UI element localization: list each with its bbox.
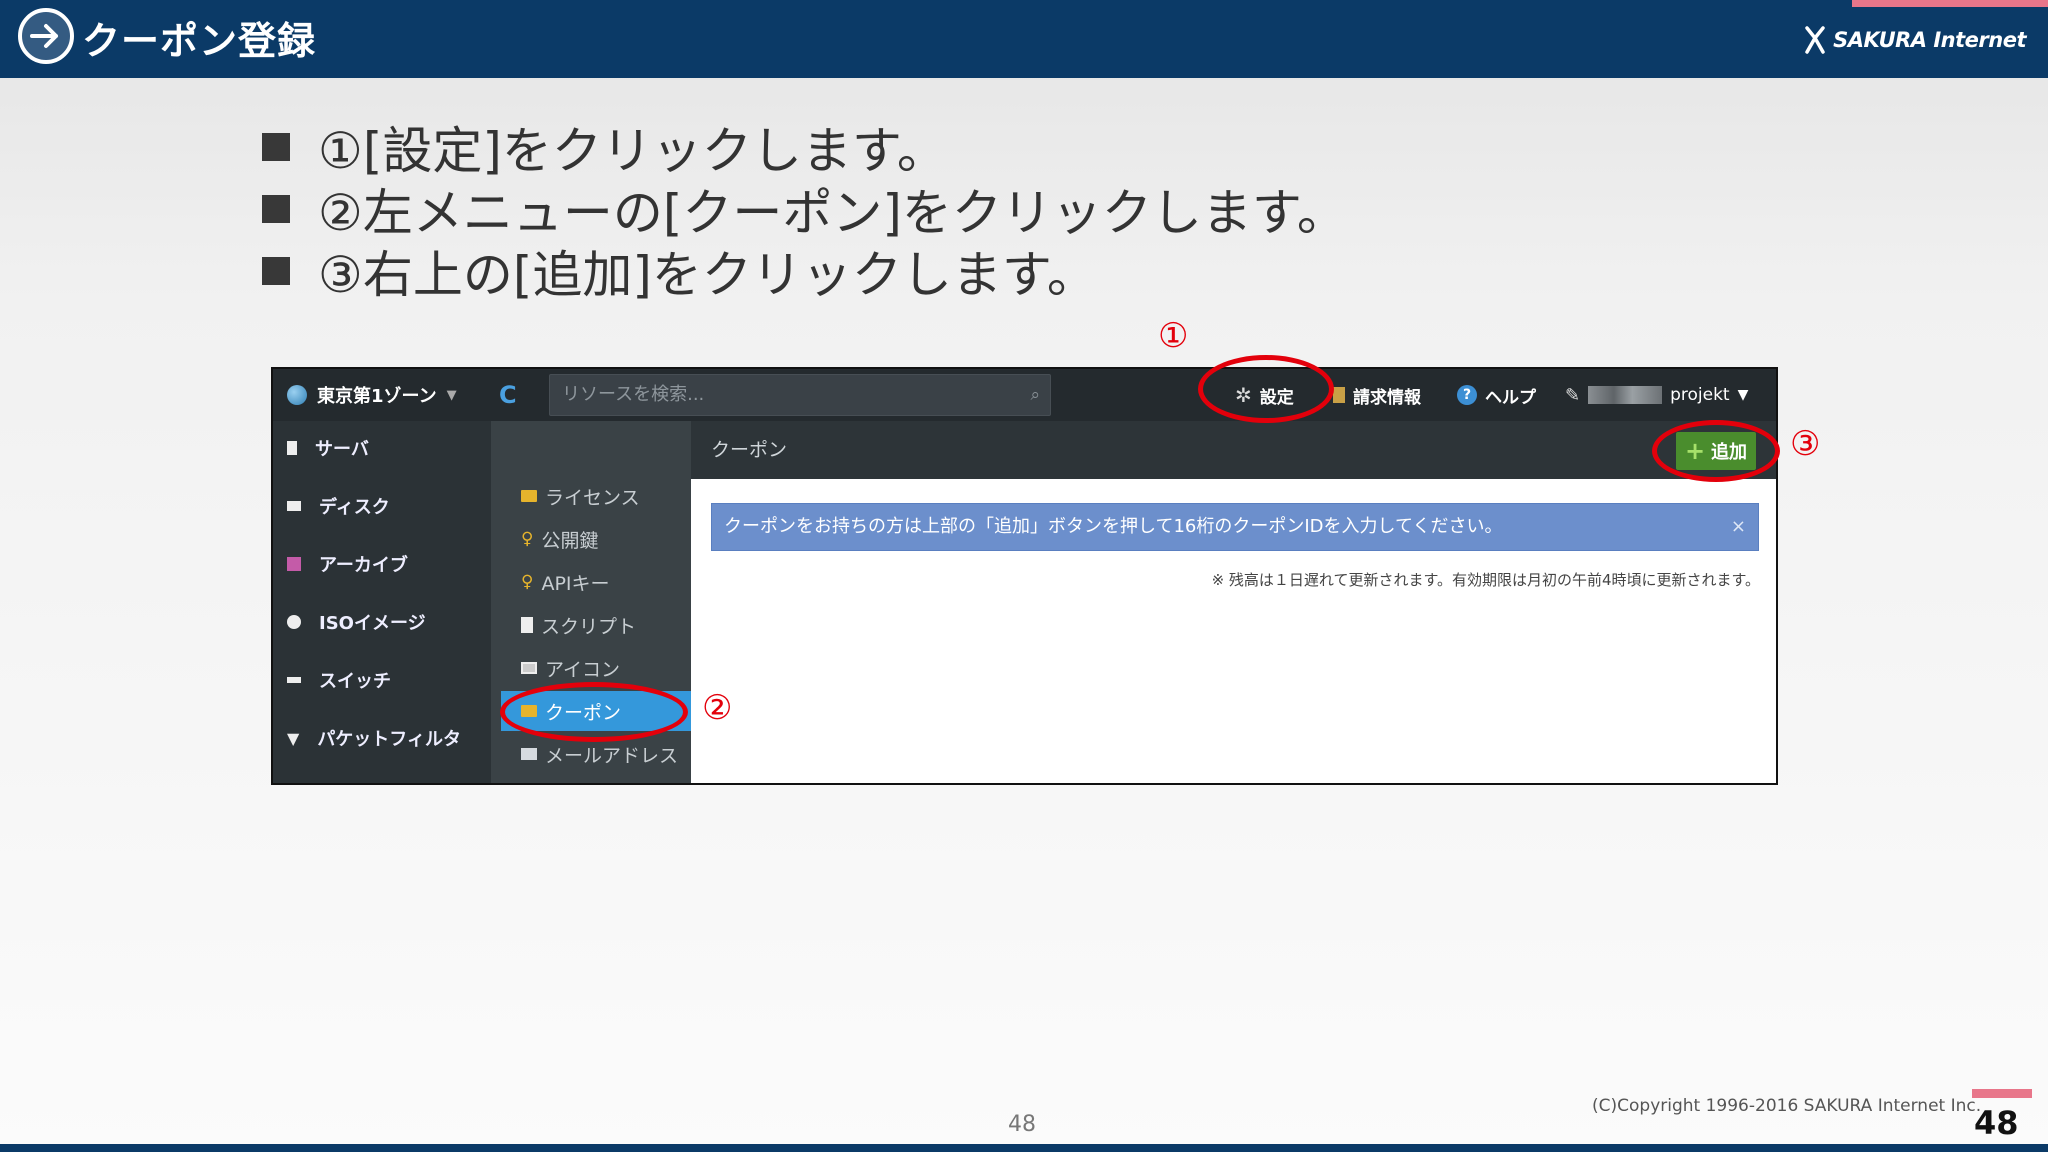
billing-label: 請求情報 [1353, 387, 1421, 408]
submenu-email[interactable]: メールアドレス [521, 739, 678, 769]
instruction-text: ③右上の[追加]をクリックします。 [318, 246, 1097, 304]
page-number-right: 48 [1974, 1104, 2019, 1142]
bullet-square-icon [262, 257, 290, 285]
zone-label: 東京第1ゾーン [317, 386, 437, 407]
annotation-ellipse-settings [1198, 355, 1334, 423]
content-title: クーポン [711, 439, 788, 461]
submenu-label: アイコン [545, 658, 621, 681]
close-icon[interactable]: × [1731, 504, 1746, 550]
control-panel-screenshot: 東京第1ゾーン ▼ C リソースを検索... ⌕ ✲ 設定 請求情報 ? ヘルプ… [271, 367, 1778, 785]
zone-selector[interactable]: 東京第1ゾーン ▼ [287, 379, 457, 411]
content-header: クーポン + 追加 [691, 421, 1776, 479]
sakura-logo: SAKURA Internet [1801, 22, 2026, 58]
mail-icon [521, 748, 537, 760]
content-body: クーポンをお持ちの方は上部の「追加」ボタンを押して16桁のクーポンIDを入力して… [691, 479, 1776, 783]
help-label: ヘルプ [1485, 387, 1536, 408]
footer-bar [0, 1144, 2048, 1152]
key-icon: ♀ [521, 529, 534, 549]
pen-icon: ✎ [1565, 384, 1581, 406]
info-message: クーポンをお持ちの方は上部の「追加」ボタンを押して16桁のクーポンIDを入力して… [711, 503, 1759, 551]
reload-icon[interactable]: C [499, 379, 529, 411]
left-menu-archive[interactable]: アーカイブ [287, 549, 408, 579]
left-menu-label: パケットフィルタ [317, 729, 461, 750]
resource-search-input[interactable]: リソースを検索... ⌕ [549, 374, 1051, 416]
page-number-center: 48 [1008, 1112, 1036, 1137]
instruction-item: ②左メニューの[クーポン]をクリックします。 [262, 178, 1347, 242]
sakura-logo-icon [1805, 26, 1825, 54]
filter-icon: ▼ [287, 728, 300, 748]
billing-icon [1333, 387, 1345, 403]
left-menu-label: アーカイブ [319, 555, 408, 576]
slide-header: クーポン登録 SAKURA Internet [0, 0, 2048, 78]
help-icon: ? [1457, 385, 1477, 405]
user-menu[interactable]: ✎ projekt ▼ [1565, 379, 1748, 411]
archive-icon [287, 557, 301, 571]
left-menu-iso[interactable]: ISOイメージ [287, 607, 426, 637]
iso-disc-icon [287, 615, 301, 629]
image-icon [521, 662, 537, 674]
bullet-square-icon [262, 133, 290, 161]
submenu-label: メールアドレス [545, 744, 679, 767]
search-icon: ⌕ [1030, 385, 1040, 405]
left-menu-switch[interactable]: スイッチ [287, 665, 391, 695]
bullet-square-icon [262, 195, 290, 223]
slide-title: クーポン登録 [82, 19, 317, 63]
left-menu-label: ディスク [319, 497, 390, 518]
balance-note: ※ 残高は１日遅れて更新されます。有効期限は月初の午前4時頃に更新されます。 [1211, 571, 1760, 589]
globe-icon [287, 385, 307, 405]
disk-icon [287, 501, 301, 511]
left-menu-packet-filter[interactable]: ▼ パケットフィルタ [287, 723, 461, 753]
submenu-api-key[interactable]: ♀ APIキー [521, 567, 610, 597]
license-icon [521, 490, 537, 502]
blurred-username [1588, 386, 1663, 404]
logo-stripe [1852, 0, 2048, 7]
search-placeholder: リソースを検索... [562, 384, 705, 405]
annotation-number-1: ① [1158, 316, 1189, 356]
instruction-item: ①[設定]をクリックします。 [262, 116, 1347, 180]
left-menu-label: サーバ [315, 439, 369, 460]
left-menu-server[interactable]: サーバ [287, 433, 369, 463]
submenu-label: スクリプト [541, 615, 637, 638]
submenu-label: 公開鍵 [541, 529, 599, 552]
annotation-number-3: ③ [1790, 424, 1821, 464]
user-label: projekt [1670, 385, 1730, 405]
caret-down-icon: ▼ [1737, 387, 1749, 403]
key-icon: ♀ [521, 572, 534, 592]
submenu-public-key[interactable]: ♀ 公開鍵 [521, 524, 598, 554]
submenu-license[interactable]: ライセンス [521, 481, 640, 511]
switch-icon [287, 677, 301, 683]
annotation-ellipse-add [1652, 420, 1780, 482]
server-icon [287, 441, 297, 455]
logo-text: SAKURA Internet [1833, 28, 2026, 52]
page-number-stripe [1972, 1089, 2032, 1098]
left-menu-label: ISOイメージ [319, 613, 426, 634]
instruction-list: ①[設定]をクリックします。 ②左メニューの[クーポン]をクリックします。 ③右… [262, 116, 1347, 304]
top-bar: 東京第1ゾーン ▼ C リソースを検索... ⌕ ✲ 設定 請求情報 ? ヘルプ… [273, 369, 1776, 421]
left-menu-disk[interactable]: ディスク [287, 491, 390, 521]
left-menu-label: スイッチ [319, 671, 391, 692]
instruction-item: ③右上の[追加]をクリックします。 [262, 240, 1347, 304]
copyright-text: (C)Copyright 1996-2016 SAKURA Internet I… [1592, 1096, 1982, 1116]
caret-down-icon: ▼ [446, 387, 457, 403]
billing-button[interactable]: 請求情報 [1333, 379, 1421, 411]
submenu-icon[interactable]: アイコン [521, 653, 620, 683]
annotation-number-2: ② [702, 688, 733, 728]
submenu-script[interactable]: スクリプト [521, 610, 636, 640]
info-message-text: クーポンをお持ちの方は上部の「追加」ボタンを押して16桁のクーポンIDを入力して… [724, 516, 1503, 537]
submenu-label: ライセンス [545, 486, 640, 509]
document-icon [521, 617, 533, 633]
left-menu: サーバ ディスク アーカイブ ISOイメージ スイッチ ▼ パケットフィルタ [273, 421, 491, 783]
arrow-right-icon [18, 8, 74, 64]
help-button[interactable]: ? ヘルプ [1457, 379, 1536, 411]
submenu-label: APIキー [541, 572, 610, 595]
annotation-ellipse-coupon [500, 682, 688, 742]
